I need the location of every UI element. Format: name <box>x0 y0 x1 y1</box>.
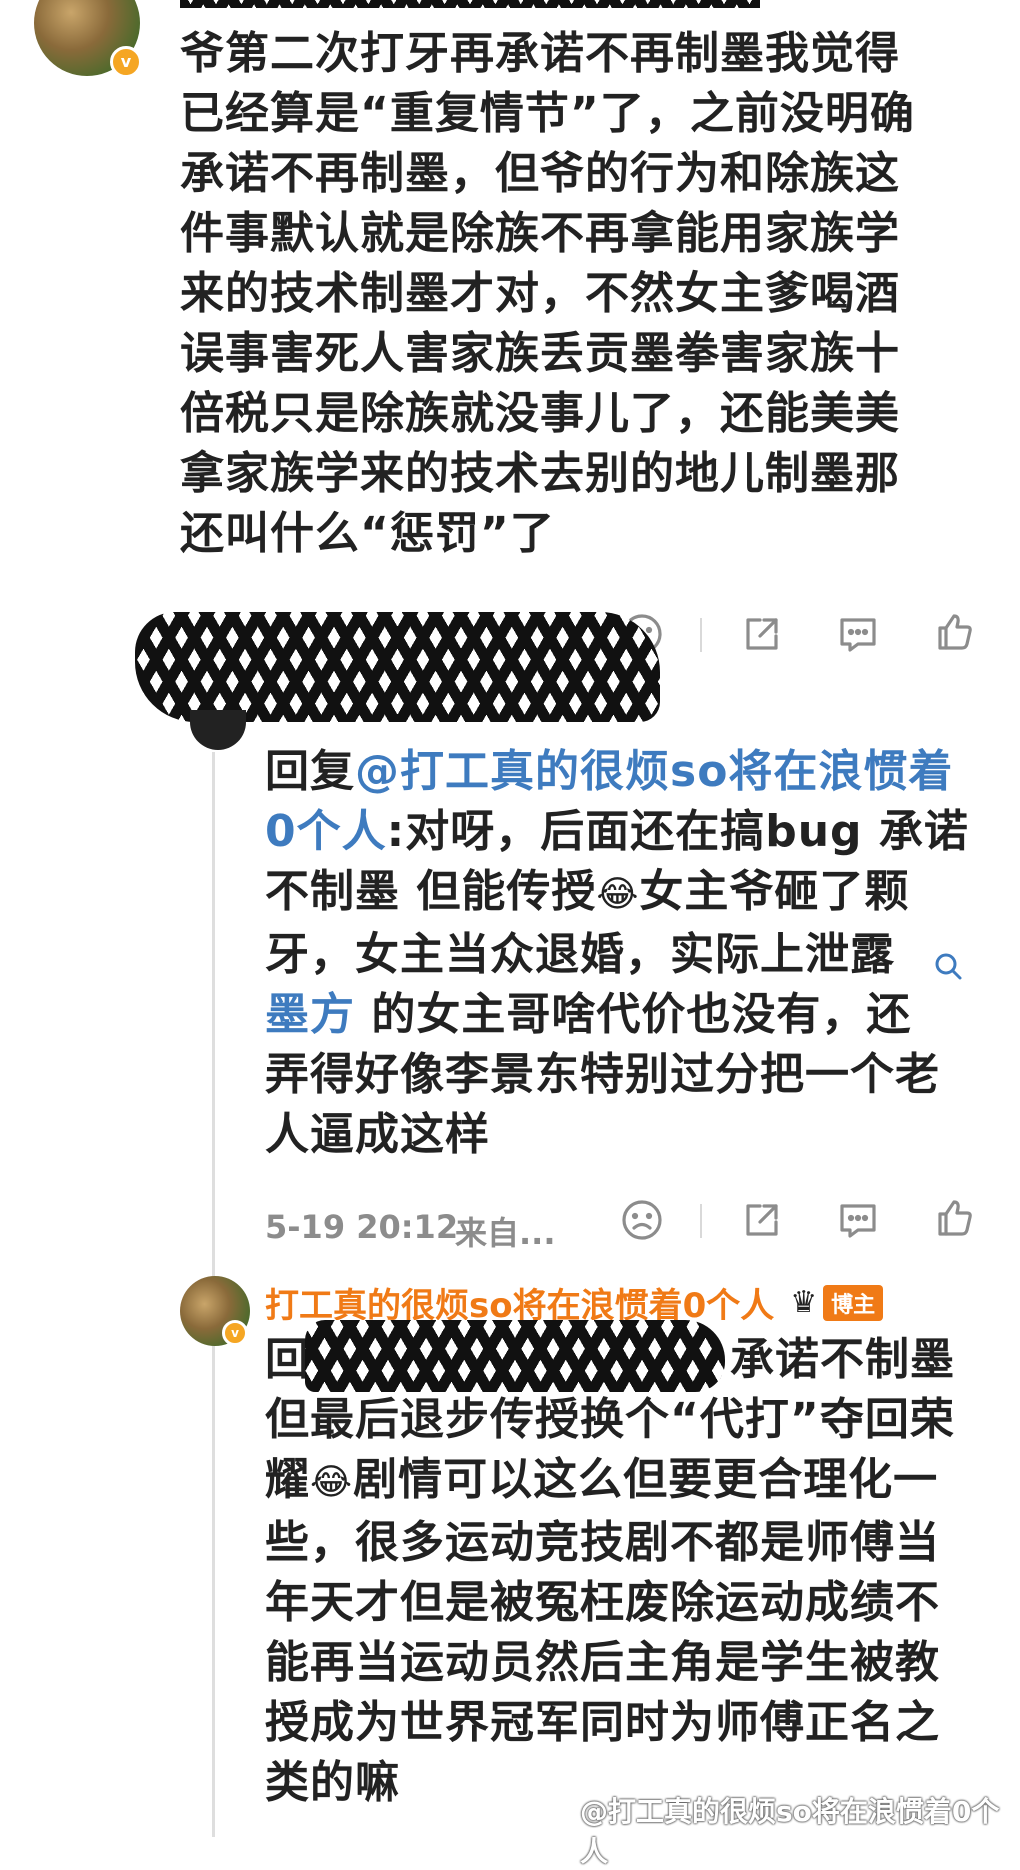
divider <box>700 1204 702 1238</box>
search-link[interactable]: 墨方 <box>265 989 355 1040</box>
dislike-icon[interactable] <box>620 1198 664 1242</box>
crown-icon: ♛ <box>790 1285 818 1320</box>
text-line: 能再当运动员然后主角是学生被教 <box>265 1637 940 1688</box>
text-line: 倍税只是除族就没事儿了，还能美美 <box>180 388 900 439</box>
text-line: 耀😂剧情可以这么但要更合理化一 <box>265 1450 1005 1513</box>
text-line: 些，很多运动竞技剧不都是师傅当 <box>265 1517 940 1568</box>
text-line: 墨方 的女主哥啥代价也没有，还 <box>265 985 1005 1045</box>
share-icon[interactable] <box>740 1198 784 1242</box>
text-segment: 牙，女主当众退婚，实际上泄露 <box>265 929 895 980</box>
laugh-cry-emoji-icon: 😂 <box>596 874 640 915</box>
text-line: 但最后退步传授换个“代打”夺回荣 <box>265 1394 955 1445</box>
text-line: 拿家族学来的技术去别的地儿制墨那 <box>180 448 900 499</box>
text-segment: 不制墨 但能传授 <box>265 866 597 917</box>
censored-replier <box>135 612 660 722</box>
text-segment: 承诺不制墨 <box>730 1334 955 1385</box>
verified-badge-icon: v <box>110 46 142 78</box>
timestamp: 5-19 20:12 <box>265 1208 459 1246</box>
censored-username <box>180 0 760 8</box>
text-line: 承诺不再制墨，但爷的行为和除族这 <box>180 148 900 199</box>
watermark: @打工真的很烦so将在浪惯着0个人 <box>580 1795 1000 1868</box>
text-line: 弄得好像李景东特别过分把一个老 <box>265 1049 940 1100</box>
mention-link[interactable]: @打工真的很烦so将在浪惯着 <box>355 746 953 797</box>
share-icon[interactable] <box>740 612 784 656</box>
text-segment: :对呀，后面还在搞bug 承诺 <box>386 806 969 857</box>
laugh-cry-emoji-icon: 😂 <box>310 1462 354 1503</box>
text-line: 授成为世界冠军同时为师傅正名之 <box>265 1697 940 1748</box>
text-segment: 女主爷砸了颗 <box>639 866 910 917</box>
verified-badge-icon: v <box>222 1320 248 1346</box>
text-line: 回复@打工真的很烦so将在浪惯着 <box>265 742 1005 802</box>
text-segment: 回 <box>265 1334 310 1385</box>
mention-link-cont[interactable]: 0个人 <box>265 806 387 857</box>
search-icon[interactable] <box>933 939 965 980</box>
divider <box>700 618 702 652</box>
source-label[interactable]: 来自... <box>455 1208 555 1254</box>
text-line: 牙，女主当众退婚，实际上泄露 <box>265 925 1005 985</box>
text-line: 爷第二次打牙再承诺不再制墨我觉得 <box>180 28 900 79</box>
reply2-text: 回 承诺不制墨 但最后退步传授换个“代打”夺回荣 耀😂剧情可以这么但要更合理化一… <box>265 1330 1005 1813</box>
text-line: 还叫什么“惩罚”了 <box>180 508 555 559</box>
like-icon[interactable] <box>932 1196 976 1240</box>
reply-text: 回复@打工真的很烦so将在浪惯着 0个人:对呀，后面还在搞bug 承诺 不制墨 … <box>265 742 1005 1165</box>
blogger-tag: 博主 <box>823 1284 884 1321</box>
text-line: 0个人:对呀，后面还在搞bug 承诺 <box>265 802 1005 862</box>
text-segment: 剧情可以这么但要更合理化一 <box>353 1454 939 1505</box>
censored-mention <box>305 1320 725 1392</box>
avatar-replier[interactable] <box>190 710 246 750</box>
text-line: 误事害死人害家族丢贡墨拳害家族十 <box>180 328 900 379</box>
comment-text: 爷第二次打牙再承诺不再制墨我觉得 已经算是“重复情节”了，之前没明确 承诺不再制… <box>180 24 980 564</box>
text-line: 件事默认就是除族不再拿能用家族学 <box>180 208 900 259</box>
text-line: 来的技术制墨才对，不然女主爹喝酒 <box>180 268 900 319</box>
text-line: 人逼成这样 <box>265 1109 490 1160</box>
like-icon[interactable] <box>932 610 976 654</box>
text-segment: 耀 <box>265 1454 310 1505</box>
reply-prefix: 回复 <box>265 746 355 797</box>
text-segment: 的女主哥啥代价也没有，还 <box>355 989 912 1040</box>
text-line: 已经算是“重复情节”了，之前没明确 <box>180 88 915 139</box>
text-line: 年天才但是被冤枉废除运动成绩不 <box>265 1577 940 1628</box>
text-line: 不制墨 但能传授😂女主爷砸了颗 <box>265 862 1005 925</box>
comment-icon[interactable] <box>836 612 880 656</box>
comment-icon[interactable] <box>836 1198 880 1242</box>
